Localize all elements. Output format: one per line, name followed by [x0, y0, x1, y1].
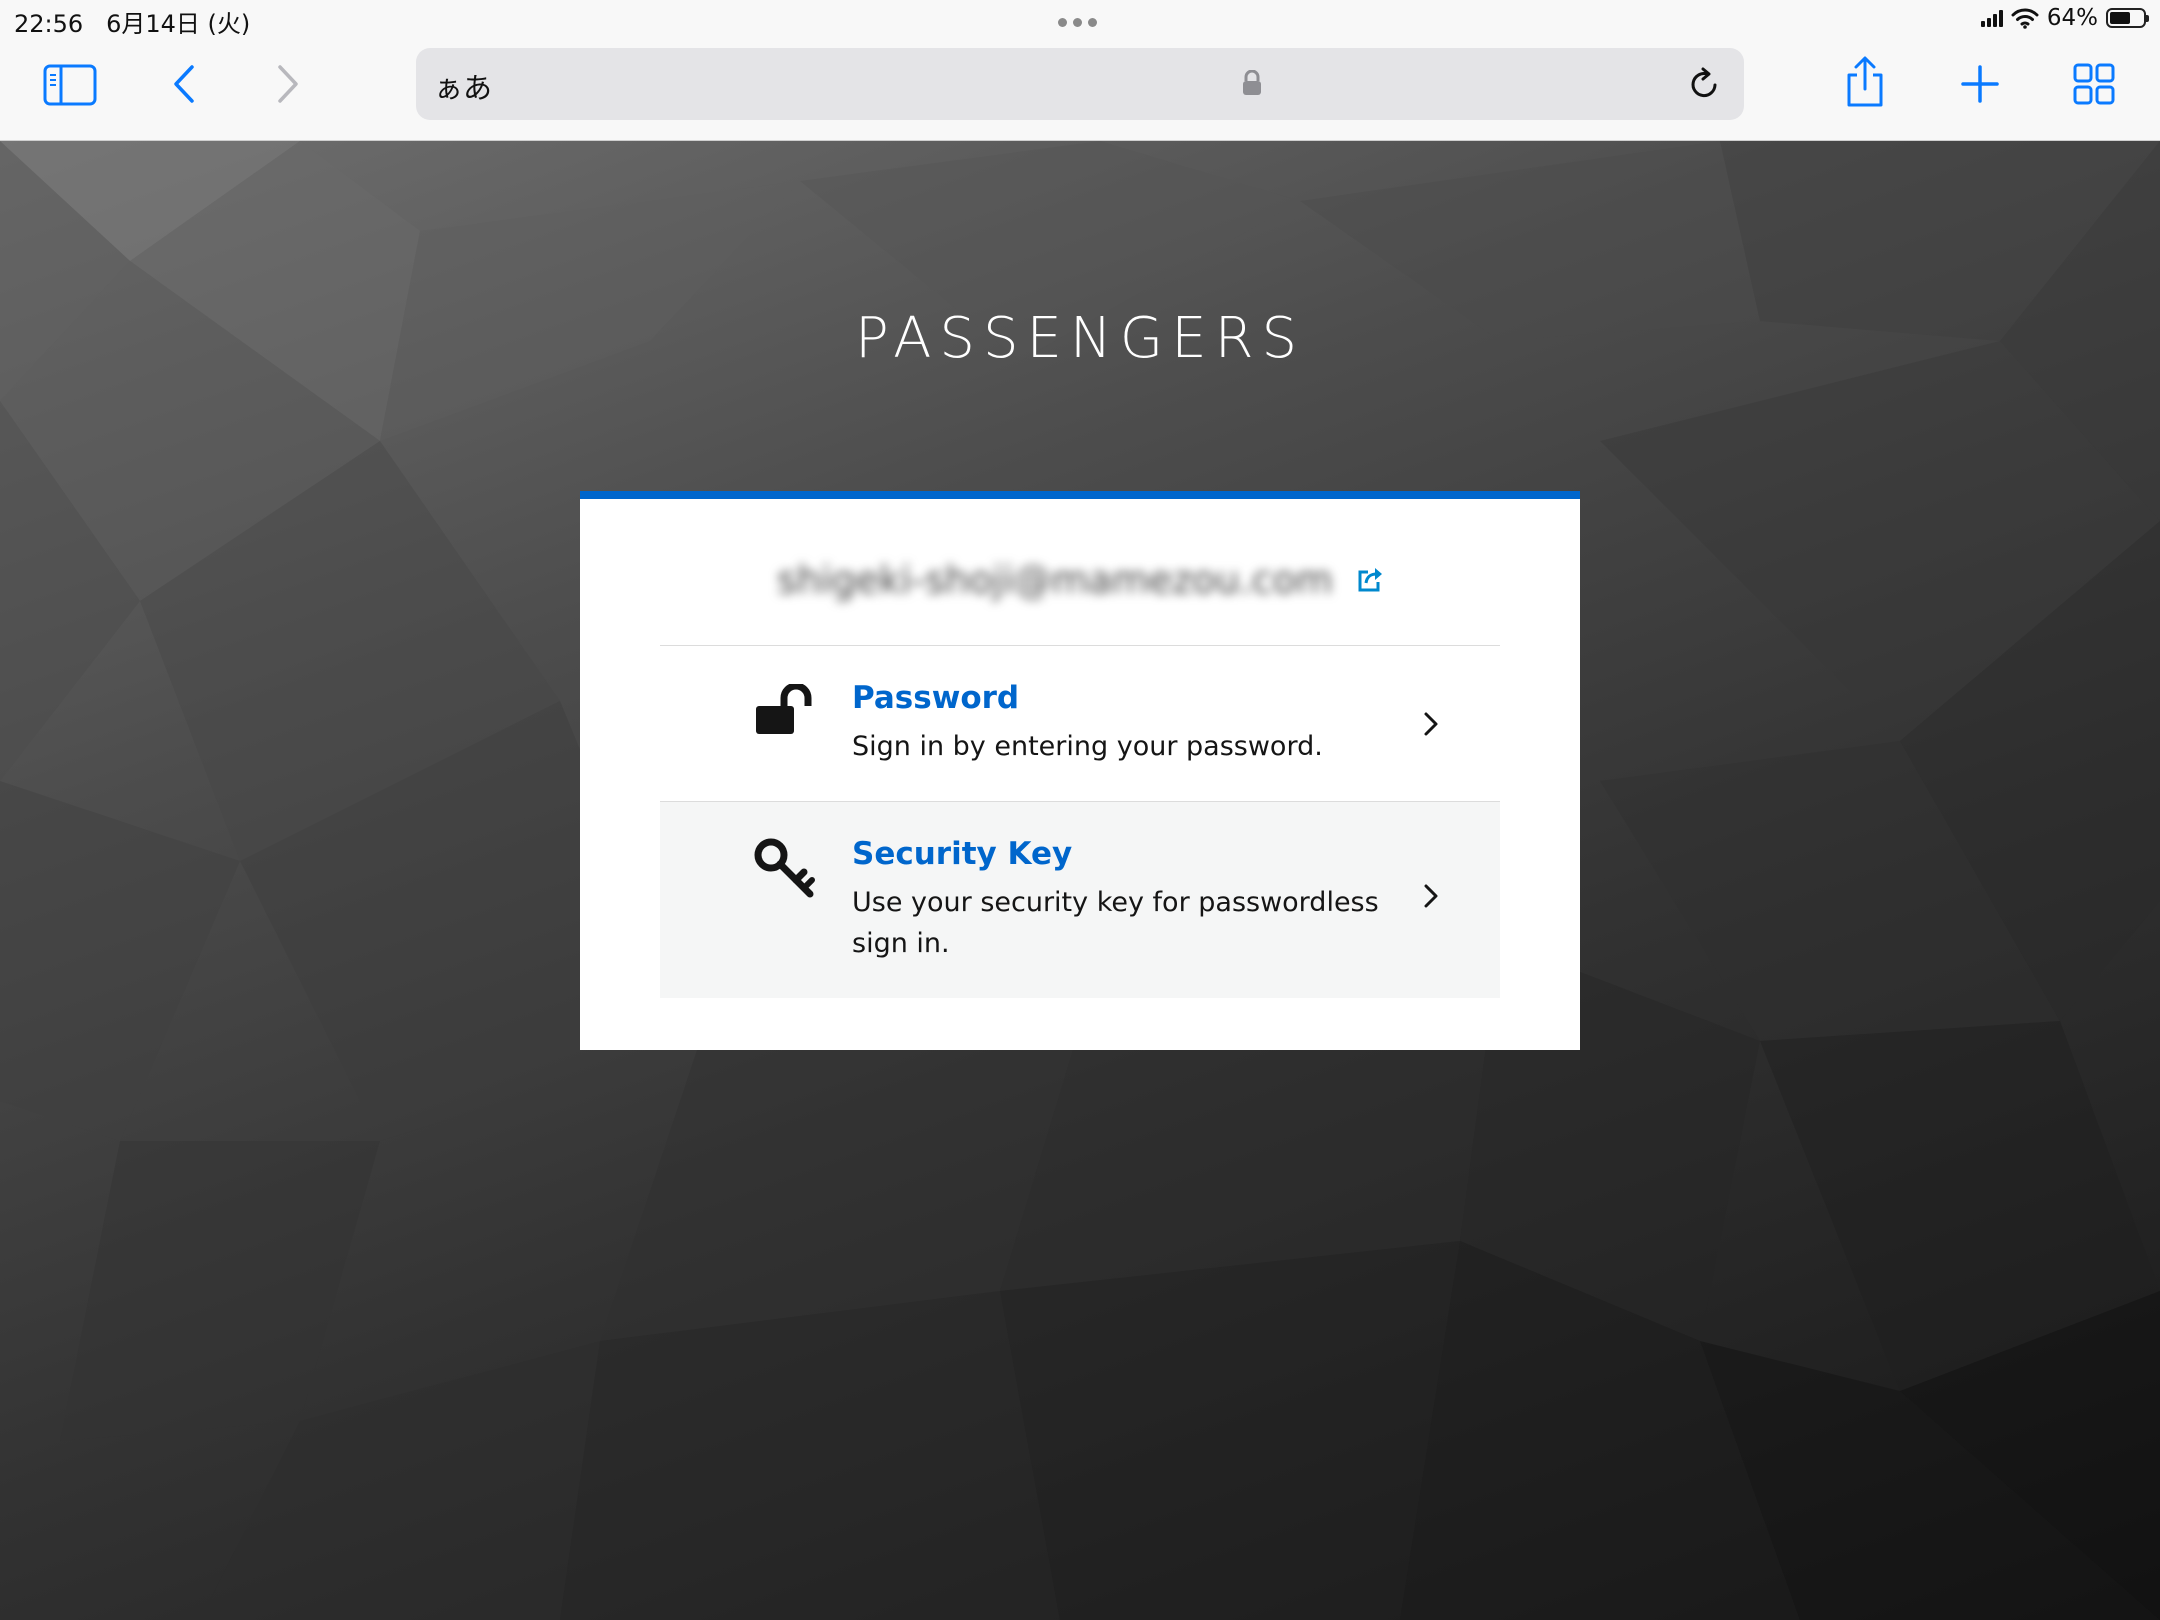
share-icon[interactable] — [1840, 54, 1890, 110]
chevron-right-icon — [1422, 882, 1440, 914]
status-indicators: 64% — [1980, 5, 2149, 31]
time-text: 22:56 — [14, 10, 84, 38]
battery-percent: 64% — [2046, 5, 2098, 31]
plus-icon[interactable] — [1958, 62, 2002, 106]
status-time: 22:56 6月14日 (火) — [14, 4, 250, 39]
sidebar-icon[interactable] — [42, 60, 98, 110]
wifi-icon — [2011, 8, 2039, 29]
key-icon — [754, 838, 816, 904]
reload-icon[interactable] — [1684, 64, 1724, 104]
brand-title: PASSENGERS — [854, 306, 1306, 371]
restart-login-icon[interactable] — [1357, 567, 1383, 593]
tab-grid-icon[interactable] — [2072, 62, 2116, 106]
chevron-left-icon[interactable] — [166, 62, 202, 106]
password-description: Sign in by entering your password. — [852, 731, 1323, 762]
cellular-signal-icon — [1980, 9, 2003, 27]
text-size-button[interactable]: ぁあ — [434, 65, 492, 107]
chevron-right-icon[interactable] — [270, 62, 306, 106]
user-row: shigeki-shoji@mamezou.com — [660, 555, 1500, 605]
battery-level — [2110, 12, 2131, 24]
security-key-description: Use your security key for passwordless s… — [852, 887, 1379, 959]
security-key-title: Security Key — [852, 836, 1073, 872]
unlock-icon — [754, 682, 816, 740]
password-title: Password — [852, 680, 1020, 716]
browser-chrome: 22:56 6月14日 (火) 64% ぁあ — [0, 0, 2160, 141]
user-email: shigeki-shoji@mamezou.com — [777, 558, 1333, 602]
multitasking-dots[interactable] — [1058, 18, 1097, 27]
lock-icon — [1240, 68, 1264, 98]
login-card: shigeki-shoji@mamezou.com Password Sign … — [580, 491, 1580, 1050]
date-text: 6月14日 (火) — [106, 10, 251, 38]
chevron-right-icon — [1422, 710, 1440, 742]
password-option[interactable]: Password Sign in by entering your passwo… — [660, 646, 1500, 800]
address-bar[interactable]: ぁあ — [416, 48, 1744, 120]
login-page: PASSENGERS shigeki-shoji@mamezou.com Pas… — [0, 141, 2160, 1620]
battery-icon — [2106, 8, 2149, 28]
security-key-option[interactable]: Security Key Use your security key for p… — [660, 801, 1500, 998]
